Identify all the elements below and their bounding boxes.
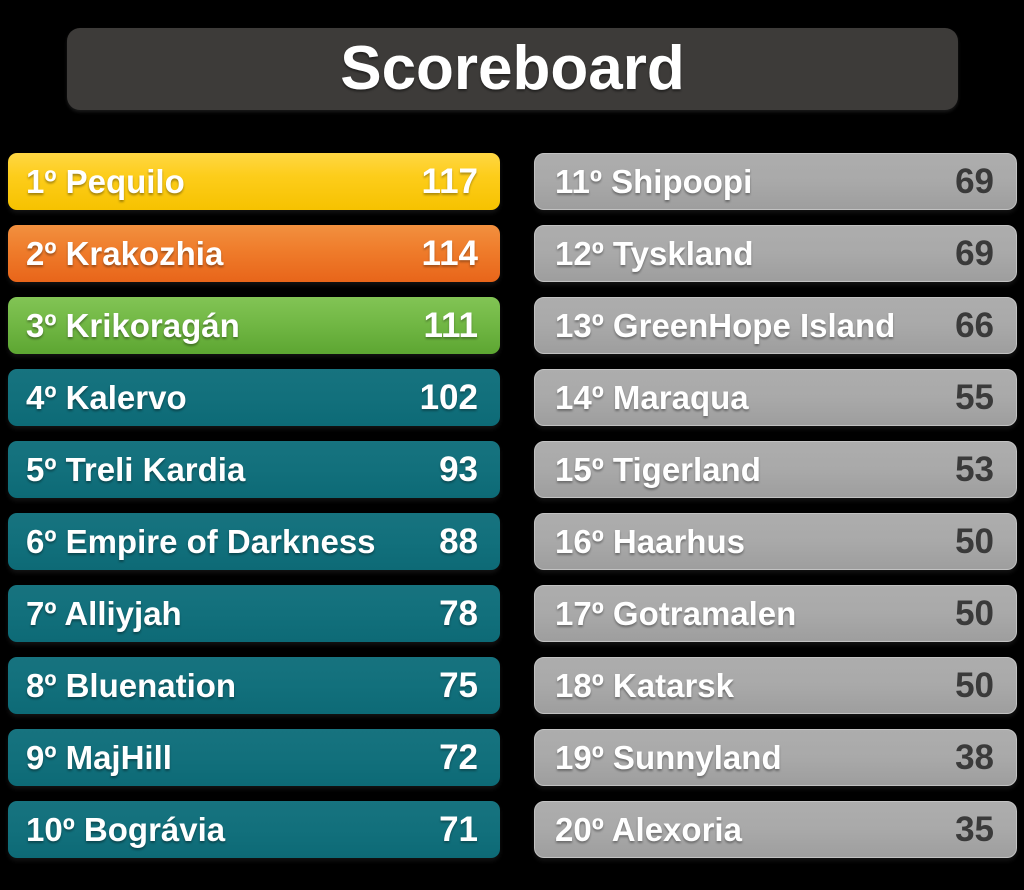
ranking-row-name: 18º Katarsk [555,667,735,704]
ranking-row-name: 17º Gotramalen [555,595,797,632]
ranking-row[interactable]: 9º MajHill 72 [8,729,500,786]
ranking-row[interactable]: 2º Krakozhia 114 [8,225,500,282]
ranking-row-name: 4º Kalervo [26,379,187,416]
ranking-row-score: 66 [955,306,994,345]
ranking-row-score: 78 [439,594,478,633]
rankings-column-left: 1º Pequilo 117 2º Krakozhia 114 3º Krikoragá… [8,153,500,873]
ranking-row-name: 2º Krakozhia [26,235,224,272]
ranking-row-score: 88 [439,522,478,561]
ranking-row-score: 75 [439,666,478,705]
rankings-column-right: 11º Shipoopi 69 12º Tyskland 69 13º GreenHop… [534,153,1017,873]
ranking-row[interactable]: 20º Alexoria 35 [534,801,1017,858]
ranking-row-score: 50 [955,522,994,561]
ranking-row-name: 10º Bográvia [26,811,226,848]
ranking-row-score: 50 [955,666,994,705]
ranking-row-name: 19º Sunnyland [555,739,782,776]
ranking-row-name: 7º Alliyjah [26,595,182,632]
ranking-row[interactable]: 10º Bográvia 71 [8,801,500,858]
ranking-row-name: 15º Tigerland [555,451,761,488]
ranking-row-score: 102 [419,378,478,417]
ranking-row[interactable]: 6º Empire of Darkness 88 [8,513,500,570]
ranking-row-name: 8º Bluenation [26,667,237,704]
ranking-row-score: 38 [955,738,994,777]
ranking-row-name: 9º MajHill [26,739,172,776]
ranking-row[interactable]: 7º Alliyjah 78 [8,585,500,642]
ranking-row-score: 111 [423,306,478,345]
ranking-row-score: 35 [955,810,994,849]
ranking-row-score: 69 [955,234,994,273]
ranking-row-score: 55 [955,378,994,417]
scoreboard-root: Scoreboard 1º Pequilo 117 2º Krakozhia 114 3… [0,0,1024,890]
ranking-row[interactable]: 3º Krikoragán 111 [8,297,500,354]
ranking-row-score: 114 [421,234,478,273]
ranking-row[interactable]: 5º Treli Kardia 93 [8,441,500,498]
ranking-row-score: 117 [421,162,478,201]
page-title: Scoreboard [340,34,685,103]
rankings-columns: 1º Pequilo 117 2º Krakozhia 114 3º Krikoragá… [0,153,1024,883]
ranking-row-name: 14º Maraqua [555,379,749,416]
ranking-row[interactable]: 15º Tigerland 53 [534,441,1017,498]
ranking-row[interactable]: 1º Pequilo 117 [8,153,500,210]
ranking-row-name: 6º Empire of Darkness [26,523,376,560]
ranking-row[interactable]: 14º Maraqua 55 [534,369,1017,426]
ranking-row[interactable]: 16º Haarhus 50 [534,513,1017,570]
ranking-row[interactable]: 18º Katarsk 50 [534,657,1017,714]
ranking-row-score: 93 [439,450,478,489]
ranking-row[interactable]: 11º Shipoopi 69 [534,153,1017,210]
title-bar: Scoreboard [67,28,958,110]
ranking-row[interactable]: 12º Tyskland 69 [534,225,1017,282]
ranking-row[interactable]: 17º Gotramalen 50 [534,585,1017,642]
ranking-row-name: 3º Krikoragán [26,307,240,344]
ranking-row-name: 20º Alexoria [555,811,742,848]
ranking-row[interactable]: 8º Bluenation 75 [8,657,500,714]
ranking-row-name: 12º Tyskland [555,235,754,272]
ranking-row-score: 50 [955,594,994,633]
ranking-row[interactable]: 13º GreenHope Island 66 [534,297,1017,354]
ranking-row-name: 16º Haarhus [555,523,745,560]
ranking-row-name: 13º GreenHope Island [555,307,896,344]
ranking-row[interactable]: 19º Sunnyland 38 [534,729,1017,786]
ranking-row-score: 69 [955,162,994,201]
ranking-row-name: 11º Shipoopi [555,163,753,200]
ranking-row-name: 1º Pequilo [26,163,185,200]
ranking-row-name: 5º Treli Kardia [26,451,246,488]
ranking-row[interactable]: 4º Kalervo 102 [8,369,500,426]
ranking-row-score: 53 [955,450,994,489]
ranking-row-score: 71 [439,810,478,849]
ranking-row-score: 72 [439,738,478,777]
